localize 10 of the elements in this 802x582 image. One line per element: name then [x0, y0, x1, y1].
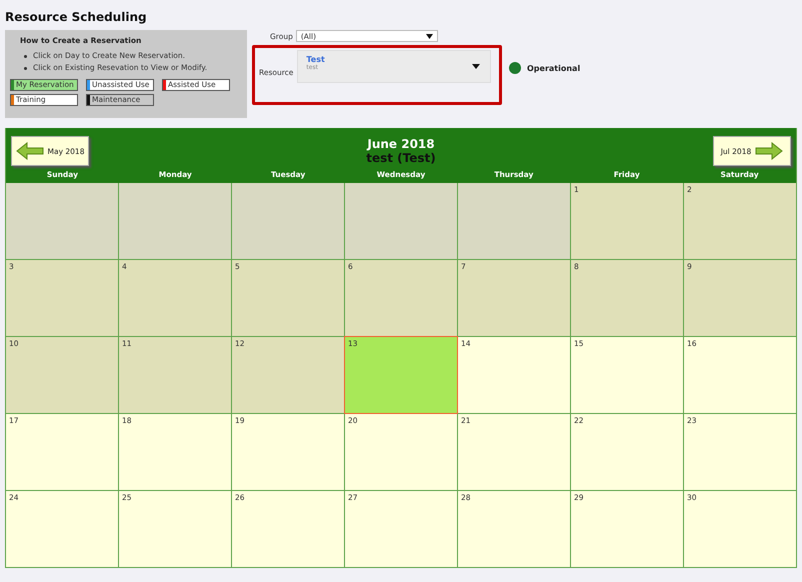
- left-arrow-icon: [16, 142, 44, 160]
- bullet-icon: [24, 66, 27, 70]
- month-title: June 2018: [366, 137, 436, 151]
- dropdown-arrow-icon: [472, 64, 480, 69]
- status-label: Operational: [527, 64, 580, 72]
- dropdown-arrow-icon: [426, 34, 433, 38]
- calendar-subtitle: test (Test): [366, 151, 436, 165]
- bullet-icon: [24, 54, 27, 58]
- page-title: Resource Scheduling: [5, 10, 148, 26]
- right-arrow-icon: [755, 142, 784, 160]
